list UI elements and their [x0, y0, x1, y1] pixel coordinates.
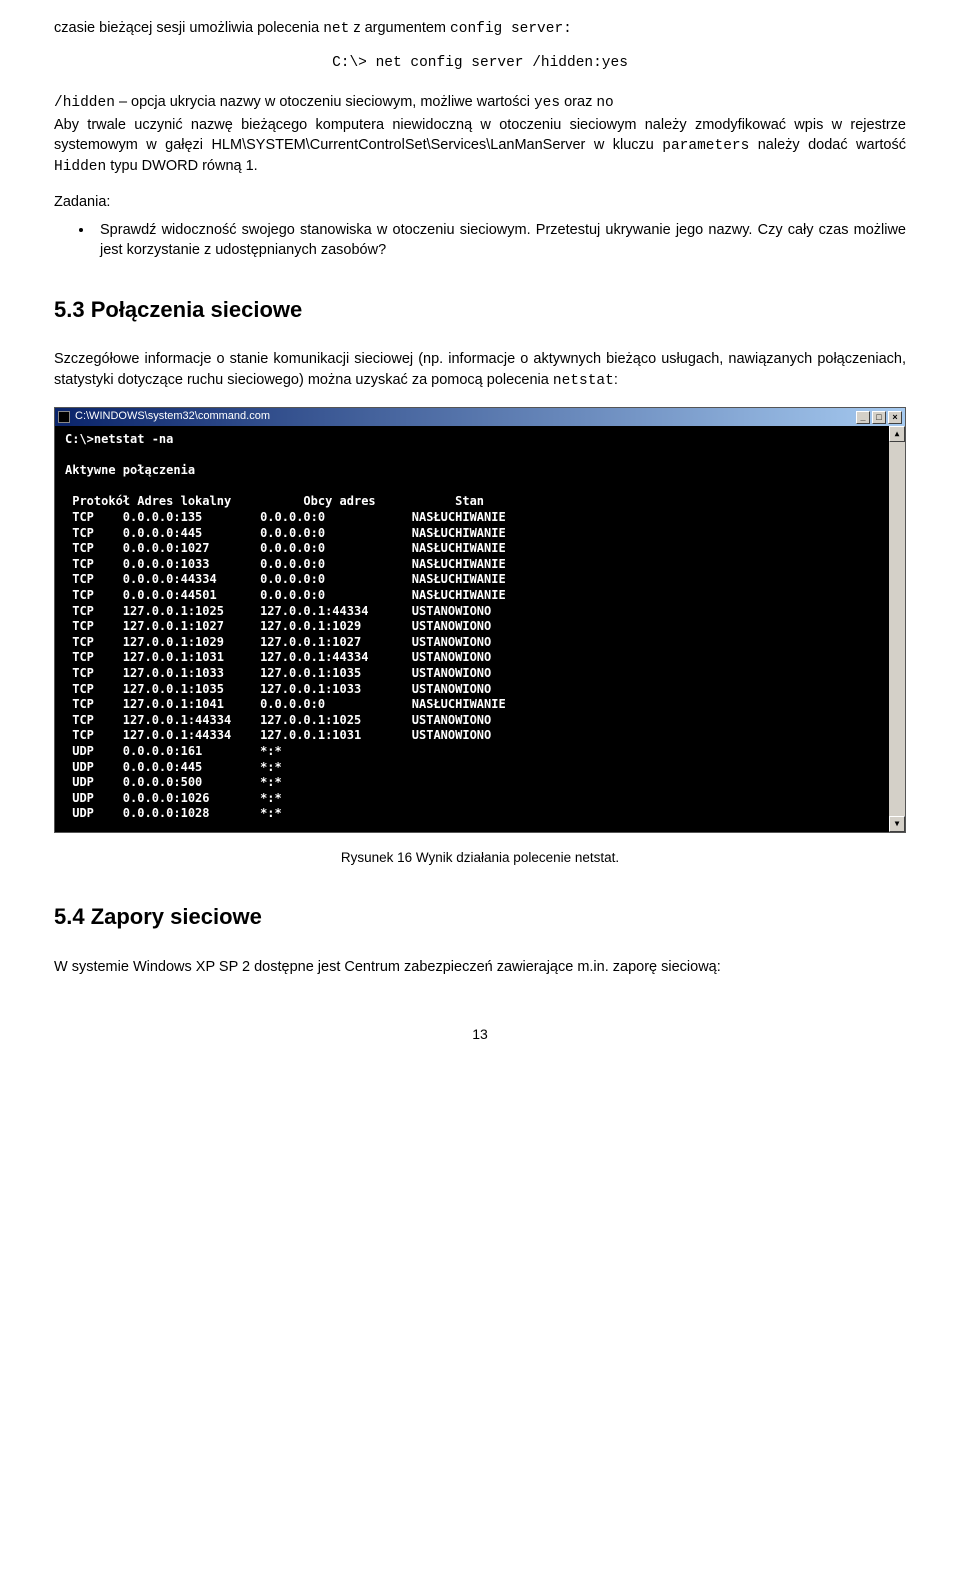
tasks-list: Sprawdź widoczność swojego stanowiska w … — [94, 220, 906, 261]
text: z argumentem — [349, 20, 450, 36]
text: Szczegółowe informacje o stanie komunika… — [54, 351, 906, 387]
code-netstat: netstat — [553, 373, 614, 389]
terminal-output[interactable]: C:\>netstat -na Aktywne połączenia Proto… — [55, 426, 889, 832]
code-yes: yes — [534, 95, 560, 111]
code-hidden-value: Hidden — [54, 159, 106, 175]
page-number: 13 — [54, 1025, 906, 1045]
paragraph-registry: Aby trwale uczynić nazwę bieżącego kompu… — [54, 115, 906, 178]
text: : — [614, 372, 618, 388]
paragraph-hidden-option: /hidden – opcja ukrycia nazwy w otoczeni… — [54, 92, 906, 113]
minimize-button[interactable]: _ — [856, 411, 870, 424]
section-5-4-heading: 5.4 Zapory sieciowe — [54, 902, 906, 933]
scroll-track[interactable] — [889, 442, 905, 816]
tasks-label: Zadania: — [54, 192, 906, 212]
text: należy dodać wartość — [749, 137, 906, 153]
paragraph-net-config: czasie bieżącej sesji umożliwia poleceni… — [54, 18, 906, 39]
terminal-app-icon — [58, 411, 70, 423]
text: oraz — [560, 94, 596, 110]
code-parameters: parameters — [662, 138, 749, 154]
terminal-title: C:\WINDOWS\system32\command.com — [75, 409, 270, 424]
scroll-down-button[interactable]: ▼ — [889, 816, 905, 832]
close-button[interactable]: × — [888, 411, 902, 424]
code-hidden: /hidden — [54, 95, 115, 111]
section-5-3-heading: 5.3 Połączenia sieciowe — [54, 295, 906, 326]
command-line-example: C:\> net config server /hidden:yes — [54, 53, 906, 73]
task-item: Sprawdź widoczność swojego stanowiska w … — [94, 220, 906, 261]
maximize-button[interactable]: □ — [872, 411, 886, 424]
scroll-up-button[interactable]: ▲ — [889, 426, 905, 442]
text: typu DWORD równą 1. — [106, 158, 258, 174]
code-net: net — [323, 21, 349, 37]
terminal-scrollbar[interactable]: ▲ ▼ — [889, 426, 905, 832]
text: czasie bieżącej sesji umożliwia poleceni… — [54, 20, 323, 36]
text: – opcja ukrycia nazwy w otoczeniu siecio… — [115, 94, 534, 110]
terminal-titlebar[interactable]: C:\WINDOWS\system32\command.com _ □ × — [55, 408, 905, 426]
paragraph-firewall: W systemie Windows XP SP 2 dostępne jest… — [54, 957, 906, 977]
code-config-server: config server: — [450, 21, 572, 37]
figure-caption: Rysunek 16 Wynik działania polecenie net… — [54, 849, 906, 868]
code-no: no — [596, 95, 613, 111]
terminal-window: C:\WINDOWS\system32\command.com _ □ × C:… — [54, 407, 906, 833]
paragraph-netstat-intro: Szczegółowe informacje o stanie komunika… — [54, 349, 906, 391]
